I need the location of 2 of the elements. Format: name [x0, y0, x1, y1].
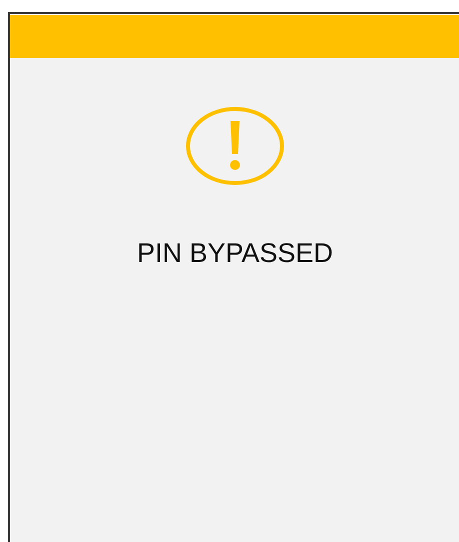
warning-icon: [185, 106, 285, 186]
alert-message: PIN BYPASSED: [136, 238, 334, 269]
